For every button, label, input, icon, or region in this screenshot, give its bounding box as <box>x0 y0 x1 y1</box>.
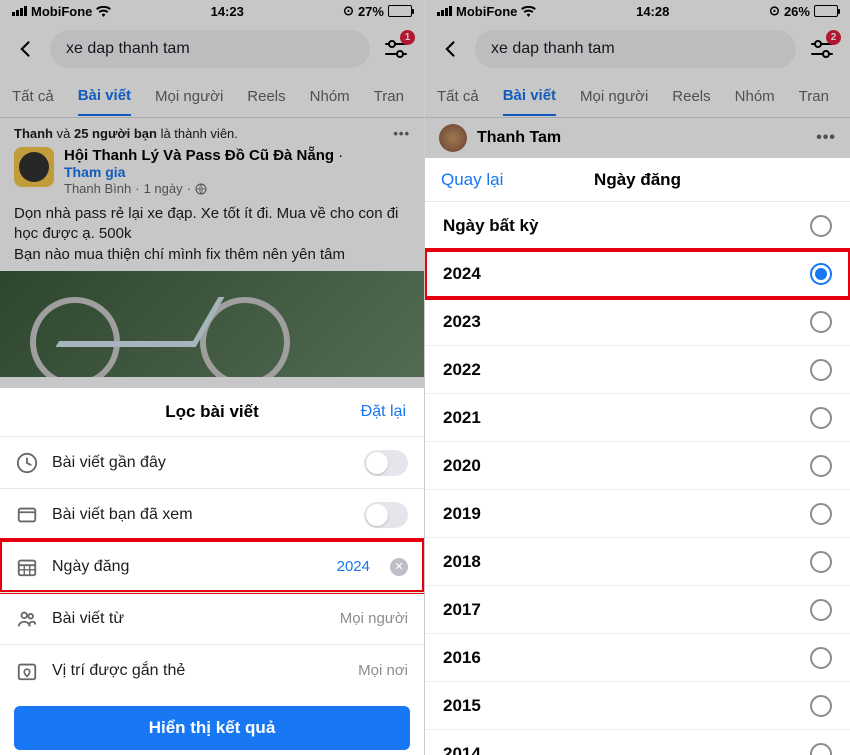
clear-date-icon[interactable]: ✕ <box>390 558 408 576</box>
location-calendar-icon <box>16 660 38 682</box>
clock-icon <box>16 452 38 474</box>
radio-icon <box>810 647 832 669</box>
radio-icon <box>810 455 832 477</box>
from-value: Mọi người <box>340 610 408 627</box>
panel-right: MobiFone 14:28 ⊙ 26% xe dap thanh tam 2 … <box>425 0 850 755</box>
option-any-date[interactable]: Ngày bất kỳ <box>425 202 850 250</box>
option-year-2016[interactable]: 2016 <box>425 634 850 682</box>
filter-sheet: Lọc bài viết Đặt lại Bài viết gần đây Bà… <box>0 388 424 755</box>
filter-tagged-location[interactable]: Vị trí được gắn thẻ Mọi nơi <box>0 644 424 696</box>
sheet-title: Lọc bài viết <box>165 402 259 422</box>
sheet-title: Ngày đăng <box>594 170 681 190</box>
radio-icon <box>810 311 832 333</box>
option-year-2024[interactable]: 2024 <box>425 250 850 298</box>
option-year-2020[interactable]: 2020 <box>425 442 850 490</box>
back-link[interactable]: Quay lại <box>441 170 503 190</box>
option-year-2014[interactable]: 2014 <box>425 730 850 755</box>
radio-icon <box>810 503 832 525</box>
date-sheet: Quay lại Ngày đăng Ngày bất kỳ 2024 2023… <box>425 158 850 755</box>
filter-seen-posts[interactable]: Bài viết bạn đã xem <box>0 488 424 540</box>
toggle-recent[interactable] <box>364 450 408 476</box>
filter-date-posted[interactable]: Ngày đăng 2024 ✕ <box>0 540 424 592</box>
filter-recent-posts[interactable]: Bài viết gần đây <box>0 436 424 488</box>
option-year-2021[interactable]: 2021 <box>425 394 850 442</box>
option-year-2019[interactable]: 2019 <box>425 490 850 538</box>
filter-posts-from[interactable]: Bài viết từ Mọi người <box>0 592 424 644</box>
option-year-2015[interactable]: 2015 <box>425 682 850 730</box>
calendar-icon <box>16 556 38 578</box>
panel-left: MobiFone 14:23 ⊙ 27% xe dap thanh tam 1 … <box>0 0 425 755</box>
dim-overlay <box>425 0 850 158</box>
radio-icon <box>810 263 832 285</box>
toggle-seen[interactable] <box>364 502 408 528</box>
option-year-2022[interactable]: 2022 <box>425 346 850 394</box>
dim-overlay <box>0 0 424 388</box>
radio-icon <box>810 743 832 755</box>
radio-icon <box>810 359 832 381</box>
radio-icon <box>810 551 832 573</box>
radio-icon <box>810 215 832 237</box>
radio-icon <box>810 599 832 621</box>
date-value: 2024 <box>337 558 370 575</box>
show-results-button[interactable]: Hiển thị kết quả <box>14 706 410 750</box>
people-icon <box>16 608 38 630</box>
window-icon <box>16 504 38 526</box>
loc-value: Mọi nơi <box>358 662 408 679</box>
option-year-2023[interactable]: 2023 <box>425 298 850 346</box>
radio-icon <box>810 407 832 429</box>
option-year-2017[interactable]: 2017 <box>425 586 850 634</box>
radio-icon <box>810 695 832 717</box>
reset-button[interactable]: Đặt lại <box>361 403 406 421</box>
option-year-2018[interactable]: 2018 <box>425 538 850 586</box>
